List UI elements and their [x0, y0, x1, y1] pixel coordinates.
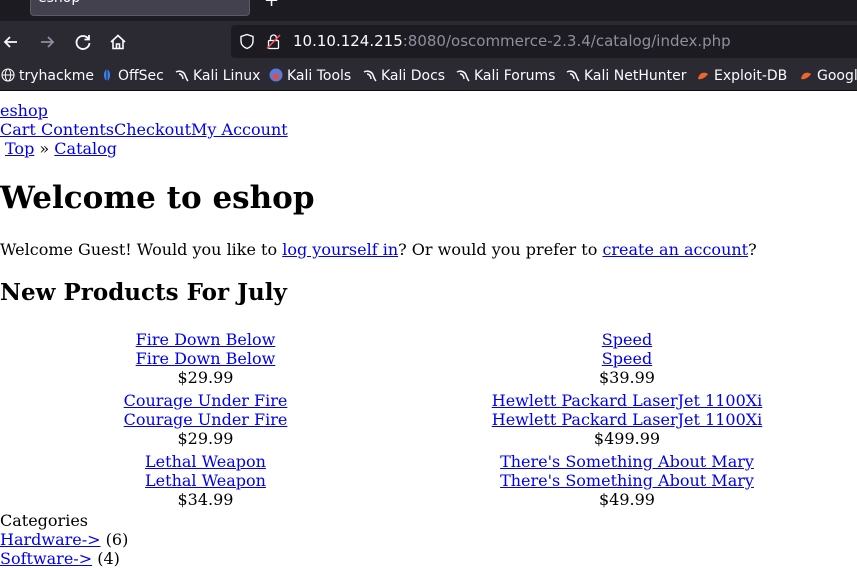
url-path: :8080/oscommerce-2.3.4/catalog/index.php — [402, 32, 731, 50]
bookmark-label: Exploit-DB — [714, 68, 788, 84]
offsec-icon — [104, 69, 110, 81]
close-tab-icon[interactable]: ✕ — [230, 0, 241, 4]
product-image-link[interactable]: Speed — [602, 330, 652, 349]
new-products-heading: New Products For July — [0, 279, 287, 306]
category-item: Hardware-> (6) — [0, 530, 128, 549]
bookmark-tryhackme[interactable]: tryhackme — [1, 68, 94, 84]
kali-tools-icon — [269, 68, 283, 82]
back-icon[interactable] — [0, 31, 22, 53]
navigation-toolbar: 10.10.124.215:8080/oscommerce-2.3.4/cata… — [0, 21, 857, 62]
ghdb-icon — [801, 72, 811, 80]
bookmark-kali-linux[interactable]: Kali Linux — [175, 68, 260, 84]
bookmark-kali-tools[interactable]: Kali Tools — [269, 68, 351, 84]
reload-icon[interactable] — [72, 31, 94, 53]
product-name-link[interactable]: Hewlett Packard LaserJet 1100Xi — [492, 410, 763, 429]
page-content: eshop Cart ContentsCheckoutMy Account To… — [0, 91, 857, 568]
product-price: $499.99 — [593, 429, 661, 448]
welcome-text: ? — [748, 240, 757, 259]
kali-icon — [566, 70, 580, 82]
product-price: $29.99 — [177, 429, 234, 448]
product-cell: Fire Down Below Fire Down Below $29.99 — [0, 330, 411, 387]
product-image-link[interactable]: There's Something About Mary — [500, 452, 754, 471]
product-price: $34.99 — [177, 490, 234, 509]
cart-contents-link[interactable]: Cart Contents — [0, 120, 114, 139]
bookmark-kali-forums[interactable]: Kali Forums — [456, 68, 555, 84]
kali-icon — [175, 70, 189, 82]
breadcrumb: Top » Catalog — [5, 139, 117, 158]
bookmark-exploit-db[interactable]: Exploit-DB — [696, 68, 787, 84]
category-software-link[interactable]: Software-> — [0, 549, 92, 568]
bookmark-label: Kali Forums — [474, 68, 556, 84]
categories-title: Categories — [0, 511, 88, 530]
page-title: Welcome to eshop — [0, 180, 315, 216]
product-cell: There's Something About Mary There's Som… — [411, 452, 843, 509]
product-image-link[interactable]: Lethal Weapon — [145, 452, 266, 471]
product-name-link[interactable]: Courage Under Fire — [124, 410, 288, 429]
bookmark-label: OffSec — [118, 68, 164, 84]
kali-icon — [363, 70, 377, 82]
product-price: $49.99 — [599, 490, 655, 509]
exploitdb-icon — [698, 72, 708, 80]
bookmark-kali-docs[interactable]: Kali Docs — [363, 68, 445, 84]
product-cell: Speed Speed $39.99 — [411, 330, 843, 387]
product-name-link[interactable]: There's Something About Mary — [500, 471, 754, 490]
header-nav: Cart ContentsCheckoutMy Account — [0, 120, 288, 139]
login-link[interactable]: log yourself in — [282, 240, 398, 259]
welcome-text: Welcome Guest! Would you like to — [0, 240, 283, 259]
create-account-link[interactable]: create an account — [602, 240, 748, 259]
new-tab-icon[interactable]: + — [264, 0, 279, 11]
breadcrumb-top-link[interactable]: Top — [5, 139, 34, 158]
bookmark-label: Kali Docs — [381, 68, 446, 84]
bookmark-kali-nethunter[interactable]: Kali NetHunter — [566, 68, 686, 84]
my-account-link[interactable]: My Account — [191, 120, 288, 139]
checkout-link[interactable]: Checkout — [114, 120, 191, 139]
bookmarks-toolbar: tryhackme OffSec Kali Linux Kali Tools K… — [0, 62, 857, 91]
bookmark-label: Kali NetHunter — [584, 68, 687, 84]
category-item: Software-> (4) — [0, 549, 120, 568]
bookmark-label: Googl — [817, 68, 857, 84]
tab-strip: eshop ✕ + — [0, 0, 857, 21]
shield-icon[interactable] — [239, 33, 255, 50]
category-count: (4) — [97, 549, 120, 568]
site-logo-link[interactable]: eshop — [0, 101, 48, 120]
product-price: $29.99 — [177, 368, 234, 387]
product-name-link[interactable]: Speed — [602, 349, 652, 368]
bookmark-label: tryhackme — [19, 68, 95, 84]
address-bar[interactable]: 10.10.124.215:8080/oscommerce-2.3.4/cata… — [231, 25, 857, 58]
bookmark-offsec[interactable]: OffSec — [100, 68, 164, 84]
welcome-message: Welcome Guest! Would you like to log you… — [0, 240, 757, 259]
product-image-link[interactable]: Courage Under Fire — [124, 391, 288, 410]
product-name-link[interactable]: Fire Down Below — [136, 349, 276, 368]
kali-icon — [456, 70, 470, 82]
browser-tab[interactable]: eshop ✕ — [30, 0, 250, 16]
url-text[interactable]: 10.10.124.215:8080/oscommerce-2.3.4/cata… — [293, 32, 731, 50]
category-count: (6) — [105, 530, 129, 549]
product-image-link[interactable]: Hewlett Packard LaserJet 1100Xi — [492, 391, 763, 410]
url-host: 10.10.124.215 — [293, 32, 403, 50]
product-image-link[interactable]: Fire Down Below — [136, 330, 276, 349]
breadcrumb-separator: » — [39, 139, 50, 158]
welcome-text: ? Or would you prefer to — [398, 240, 603, 259]
insecure-lock-icon[interactable] — [266, 33, 281, 50]
tab-title: eshop — [38, 0, 80, 6]
product-name-link[interactable]: Lethal Weapon — [145, 471, 266, 490]
home-icon[interactable] — [107, 31, 129, 53]
product-cell: Courage Under Fire Courage Under Fire $2… — [0, 391, 411, 448]
product-price: $39.99 — [599, 368, 655, 387]
forward-icon[interactable] — [36, 31, 58, 53]
bookmark-label: Kali Tools — [287, 68, 352, 84]
breadcrumb-catalog-link[interactable]: Catalog — [54, 139, 117, 158]
bookmark-label: Kali Linux — [193, 68, 261, 84]
category-hardware-link[interactable]: Hardware-> — [0, 530, 101, 549]
globe-icon — [1, 68, 15, 82]
product-cell: Lethal Weapon Lethal Weapon $34.99 — [0, 452, 411, 509]
product-cell: Hewlett Packard LaserJet 1100Xi Hewlett … — [411, 391, 843, 448]
bookmark-ghdb[interactable]: Googl — [799, 68, 857, 84]
